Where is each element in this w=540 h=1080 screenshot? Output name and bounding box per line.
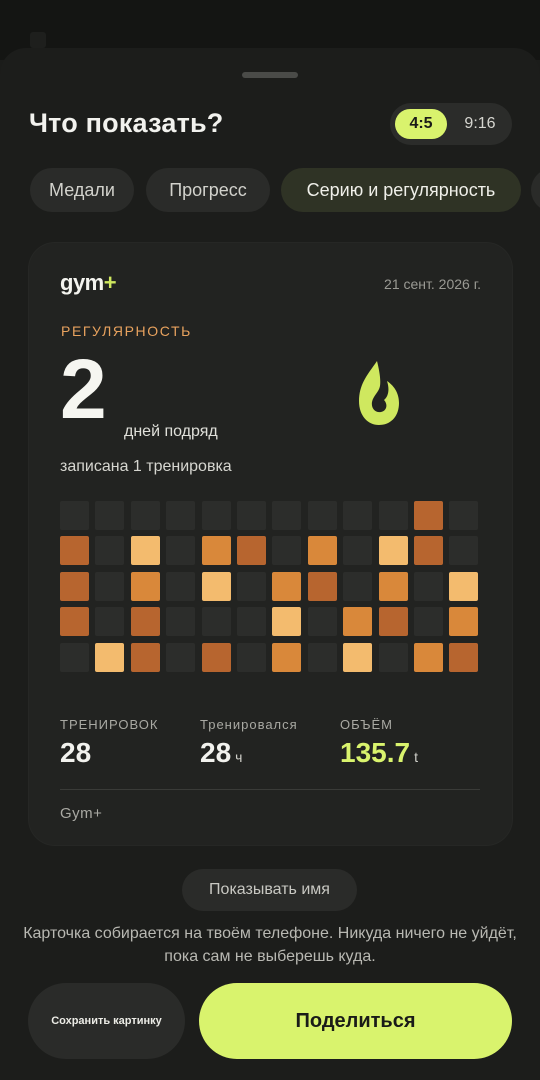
tab-more[interactable] — [531, 168, 540, 212]
content-tabs: Медали Прогресс Серию и регулярность — [30, 168, 540, 214]
heatmap-cell — [237, 571, 266, 601]
sheet-drag-handle[interactable] — [242, 72, 298, 78]
heatmap-cell — [237, 501, 266, 530]
aspect-option-4-5[interactable]: 4:5 — [395, 109, 447, 139]
workouts-recorded: записана 1 тренировка — [60, 458, 232, 475]
heatmap-cell — [449, 536, 479, 566]
heatmap-cell — [307, 536, 337, 566]
privacy-note: Карточка собирается на твоём телефоне. Н… — [23, 925, 517, 965]
heatmap-cell — [201, 642, 231, 672]
stat-label-trained: Тренировался — [200, 717, 298, 732]
heatmap-cell — [130, 536, 160, 566]
heatmap-cell — [166, 571, 196, 601]
heatmap-cell — [307, 571, 337, 601]
heatmap-cell — [166, 536, 196, 566]
streak-unit: дней подряд — [124, 423, 218, 440]
share-card-preview: gym+ 21 сент. 2026 г. РЕГУЛЯРНОСТЬ 2 дне… — [29, 243, 512, 845]
heatmap-cell — [237, 642, 266, 672]
heatmap-cell — [166, 607, 196, 637]
brand-logo-plus: + — [103, 270, 117, 295]
stat-workouts-number: 28 — [60, 737, 92, 768]
show-name-toggle[interactable]: Показывать имя — [182, 869, 357, 911]
heatmap-cell — [60, 536, 89, 566]
card-date: 21 сент. 2026 г. — [384, 276, 481, 292]
stat-value-workouts: 28 — [60, 737, 91, 769]
heatmap-cell — [414, 607, 443, 637]
streak-count: 2 — [60, 342, 107, 436]
heatmap-cell — [166, 501, 196, 530]
heatmap-cell — [378, 536, 408, 566]
heatmap-cell — [201, 501, 231, 530]
heatmap-cell — [449, 642, 479, 672]
heatmap-cell — [414, 536, 443, 566]
stat-volume-number: 135.7 — [340, 737, 411, 768]
heatmap-cell — [95, 607, 125, 637]
heatmap-cell — [130, 501, 160, 530]
brand-logo-text: gym — [60, 270, 104, 295]
stat-label-volume: ОБЪЁМ — [340, 717, 394, 732]
stat-label-workouts: ТРЕНИРОВОК — [60, 717, 159, 732]
heatmap-cell — [130, 571, 160, 601]
heatmap-cell — [449, 571, 479, 601]
heatmap-cell — [95, 642, 125, 672]
tab-streak-regularity[interactable]: Серию и регулярность — [281, 168, 521, 212]
share-button[interactable]: Поделиться — [199, 983, 512, 1059]
heatmap-cell — [60, 571, 89, 601]
stat-trained-number: 28 — [200, 737, 232, 768]
heatmap-cell — [449, 607, 479, 637]
heatmap-cell — [201, 571, 231, 601]
save-image-button[interactable]: Сохранить картинку — [28, 983, 185, 1059]
heatmap-cell — [130, 607, 160, 637]
heatmap-cell — [414, 571, 443, 601]
heatmap-cell — [95, 536, 125, 566]
heatmap-cell — [414, 501, 443, 530]
heatmap-cell — [343, 642, 373, 672]
heatmap-cell — [307, 501, 337, 530]
heatmap-cell — [307, 607, 337, 637]
heatmap-cell — [343, 536, 373, 566]
section-label: РЕГУЛЯРНОСТЬ — [61, 323, 192, 339]
sheet-title: Что показать? — [29, 108, 224, 138]
flame-icon — [359, 361, 399, 425]
aspect-ratio-toggle[interactable]: 4:5 9:16 — [390, 103, 512, 145]
card-footer-brand: Gym+ — [60, 805, 103, 822]
heatmap-cell — [378, 501, 408, 530]
heatmap-cell — [272, 501, 302, 530]
heatmap-cell — [95, 501, 125, 530]
heatmap-cell — [378, 571, 408, 601]
heatmap-cell — [272, 607, 302, 637]
heatmap-cell — [166, 642, 196, 672]
heatmap-cell — [60, 642, 89, 672]
stat-volume-unit: t — [414, 749, 418, 765]
heatmap-cell — [343, 607, 373, 637]
heatmap-cell — [95, 571, 125, 601]
heatmap-cell — [307, 642, 337, 672]
heatmap-cell — [201, 607, 231, 637]
heatmap-cell — [414, 642, 443, 672]
heatmap-cell — [272, 536, 302, 566]
heatmap-cell — [343, 501, 373, 530]
heatmap-cell — [60, 607, 89, 637]
card-divider — [60, 789, 480, 790]
stat-value-volume: 135.7 t — [340, 737, 418, 769]
stat-trained-unit: ч — [235, 749, 243, 765]
heatmap-cell — [130, 642, 160, 672]
aspect-option-9-16[interactable]: 9:16 — [452, 109, 508, 139]
brand-logo: gym+ — [60, 270, 117, 296]
heatmap-cell — [60, 501, 89, 530]
heatmap-cell — [201, 536, 231, 566]
stat-value-trained: 28 ч — [200, 737, 242, 769]
heatmap-cell — [237, 607, 266, 637]
tab-progress[interactable]: Прогресс — [146, 168, 270, 212]
heatmap-cell — [237, 536, 266, 566]
heatmap-cell — [272, 642, 302, 672]
heatmap-cell — [378, 642, 408, 672]
status-icon — [30, 32, 46, 48]
heatmap-cell — [449, 501, 479, 530]
tab-medals[interactable]: Медали — [30, 168, 134, 212]
heatmap-cell — [343, 571, 373, 601]
heatmap-cell — [272, 571, 302, 601]
heatmap-cell — [378, 607, 408, 637]
